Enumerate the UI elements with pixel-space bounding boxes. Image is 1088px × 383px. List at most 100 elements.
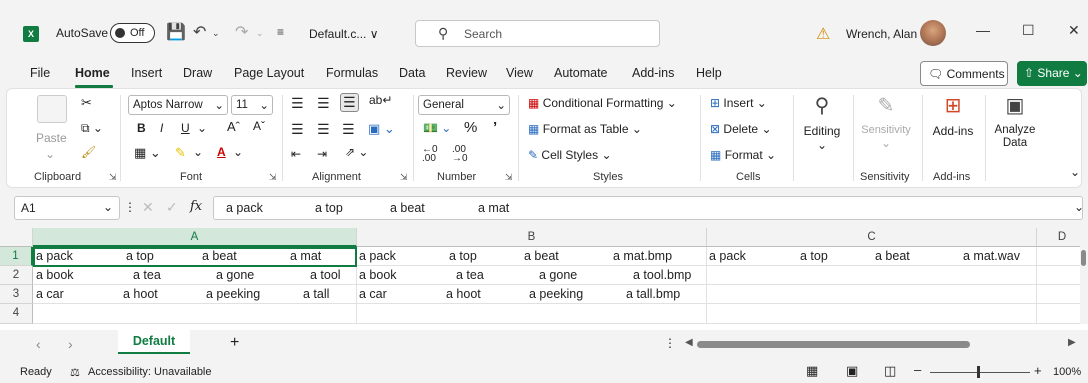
row-header-1[interactable]: 1: [0, 247, 33, 266]
tab-view[interactable]: View: [506, 66, 533, 80]
cell-b2[interactable]: a book a tea a gone a tool.bmp: [357, 266, 707, 285]
font-color-dropdown-icon[interactable]: ⌄: [233, 145, 243, 159]
autosave-toggle[interactable]: Off: [110, 23, 155, 43]
fill-color-icon[interactable]: ✎: [175, 145, 186, 161]
cancel-icon[interactable]: ✕: [142, 199, 154, 216]
editing-button[interactable]: ⚲ Editing ⌄: [799, 93, 845, 152]
insert-function-icon[interactable]: fx: [190, 199, 202, 214]
warning-icon[interactable]: ⚠: [816, 24, 830, 44]
prev-sheet-icon[interactable]: ‹: [36, 336, 41, 352]
cell-a3[interactable]: a car a hoot a peeking a tall: [33, 285, 357, 304]
decrease-indent-icon[interactable]: ⇤: [291, 147, 301, 161]
zoom-in-icon[interactable]: +: [1034, 363, 1042, 378]
tab-insert[interactable]: Insert: [131, 66, 162, 80]
accessibility-status[interactable]: Accessibility: Unavailable: [88, 366, 212, 378]
enter-icon[interactable]: ✓: [166, 199, 178, 216]
tab-help[interactable]: Help: [696, 66, 722, 80]
middle-align-icon[interactable]: ☰: [317, 95, 330, 112]
scroll-right-icon[interactable]: ▶: [1068, 337, 1076, 348]
search-box[interactable]: ⚲ Search: [415, 20, 660, 47]
next-sheet-icon[interactable]: ›: [68, 336, 73, 352]
bold-icon[interactable]: B: [137, 121, 146, 135]
increase-indent-icon[interactable]: ⇥: [317, 147, 327, 161]
delete-cells-button[interactable]: ⊠ Delete ⌄: [710, 122, 772, 136]
close-icon[interactable]: ✕: [1068, 22, 1080, 39]
expand-formula-icon[interactable]: ⌄: [1074, 200, 1084, 214]
zoom-slider-thumb[interactable]: [977, 366, 980, 378]
tab-page-layout[interactable]: Page Layout: [234, 66, 304, 80]
zoom-slider[interactable]: [930, 372, 1030, 373]
tab-file[interactable]: File: [30, 66, 50, 80]
percent-icon[interactable]: %: [464, 119, 477, 136]
tab-automate[interactable]: Automate: [554, 66, 608, 80]
underline-icon[interactable]: U: [181, 121, 190, 135]
tab-formulas[interactable]: Formulas: [326, 66, 378, 80]
decrease-decimal-icon[interactable]: .00 →0: [452, 145, 468, 164]
format-cells-button[interactable]: ▦ Format ⌄: [710, 148, 776, 162]
select-all-corner[interactable]: [0, 228, 33, 247]
paste-icon[interactable]: [37, 95, 67, 123]
tab-data[interactable]: Data: [399, 66, 425, 80]
customize-toolbar-icon[interactable]: ≡: [277, 25, 284, 39]
fill-dropdown-icon[interactable]: ⌄: [193, 145, 203, 159]
row-header-4[interactable]: 4: [0, 304, 33, 324]
number-launcher-icon[interactable]: ⇲: [505, 172, 513, 183]
cut-icon[interactable]: ✂: [81, 95, 92, 111]
font-name-select[interactable]: Aptos Narrow ⌄: [128, 95, 228, 115]
italic-icon[interactable]: I: [160, 121, 163, 135]
comments-button[interactable]: 🗨 Comments: [920, 61, 1008, 86]
align-center-icon[interactable]: ☰: [317, 121, 330, 138]
tab-split-handle-icon[interactable]: ⋮: [664, 336, 676, 350]
tab-draw[interactable]: Draw: [183, 66, 212, 80]
cell-b3[interactable]: a car a hoot a peeking a tall.bmp: [357, 285, 707, 304]
cell-c1[interactable]: a pack a top a beat a mat.wav: [707, 247, 1037, 266]
tab-add-ins[interactable]: Add-ins: [632, 66, 674, 80]
row-header-2[interactable]: 2: [0, 266, 33, 285]
vertical-scrollbar[interactable]: [1080, 228, 1088, 324]
ribbon-collapse-icon[interactable]: ⌄: [1070, 165, 1080, 179]
cell-b1[interactable]: a pack a top a beat a mat.bmp: [357, 247, 707, 266]
page-layout-view-icon[interactable]: ▣: [846, 363, 858, 379]
user-name[interactable]: Wrench, Alan: [846, 27, 917, 41]
share-button[interactable]: ⇧ Share ⌄: [1017, 61, 1087, 86]
scroll-left-icon[interactable]: ◀: [685, 337, 693, 348]
orientation-icon[interactable]: ⇗ ⌄: [345, 145, 368, 159]
top-align-icon[interactable]: ☰: [291, 95, 304, 112]
column-header-b[interactable]: B: [357, 228, 707, 247]
insert-cells-button[interactable]: ⊞ Insert ⌄: [710, 96, 767, 110]
sensitivity-button[interactable]: ✎ Sensitivity ⌄: [856, 93, 916, 150]
add-sheet-button[interactable]: +: [230, 334, 239, 352]
cell-a2[interactable]: a book a tea a gone a tool: [33, 266, 357, 285]
merge-center-icon[interactable]: ▣ ⌄: [368, 121, 395, 137]
paste-label[interactable]: Paste: [36, 131, 67, 145]
undo-dropdown-icon[interactable]: ⌄: [212, 28, 220, 39]
cell-styles-button[interactable]: ✎ Cell Styles ⌄: [528, 148, 612, 162]
underline-dropdown-icon[interactable]: ⌄: [197, 121, 207, 135]
format-as-table-button[interactable]: ▦ Format as Table ⌄: [528, 122, 642, 136]
alignment-launcher-icon[interactable]: ⇲: [400, 172, 408, 183]
horizontal-scroll-thumb[interactable]: [697, 341, 970, 348]
format-painter-icon[interactable]: 🖌: [81, 145, 96, 159]
tab-review[interactable]: Review: [446, 66, 487, 80]
copy-icon[interactable]: ⧉ ⌄: [81, 121, 103, 136]
cell-c2[interactable]: [707, 266, 1037, 285]
add-ins-button[interactable]: ⊞ Add-ins: [927, 93, 979, 138]
formula-input[interactable]: a pack a top a beat a mat: [213, 196, 1083, 220]
vertical-scroll-thumb[interactable]: [1081, 250, 1086, 266]
borders-icon[interactable]: ▦ ⌄: [134, 145, 161, 161]
normal-view-icon[interactable]: ▦: [806, 363, 818, 379]
cell-b4[interactable]: [357, 304, 707, 324]
align-left-icon[interactable]: ☰: [291, 121, 304, 138]
undo-icon[interactable]: ↶: [193, 22, 206, 42]
redo-icon[interactable]: ↷: [235, 22, 248, 42]
number-format-select[interactable]: General ⌄: [418, 95, 510, 115]
accounting-format-icon[interactable]: 💵 ⌄: [423, 121, 451, 135]
clipboard-launcher-icon[interactable]: ⇲: [109, 172, 117, 183]
font-color-icon[interactable]: A: [217, 145, 226, 159]
minimize-icon[interactable]: —: [976, 22, 990, 38]
font-launcher-icon[interactable]: ⇲: [269, 172, 277, 183]
cell-a4[interactable]: [33, 304, 357, 324]
redo-dropdown-icon[interactable]: ⌄: [256, 28, 264, 39]
wrap-text-icon[interactable]: ab↵: [369, 93, 392, 107]
column-header-a[interactable]: A: [33, 228, 357, 247]
